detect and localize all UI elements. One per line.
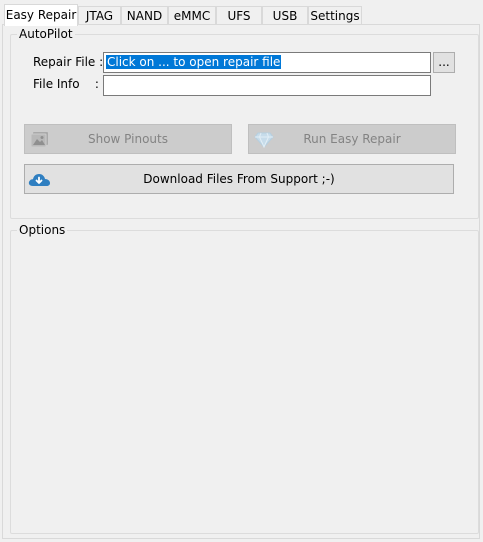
tab-emmc[interactable]: eMMC	[168, 6, 216, 25]
repair-file-field[interactable]: Click on ... to open repair file	[103, 52, 431, 73]
repair-file-label: Repair File :	[33, 55, 104, 69]
diamond-icon	[253, 129, 275, 149]
tab-ufs[interactable]: UFS	[216, 6, 262, 25]
show-pinouts-button[interactable]: Show Pinouts	[24, 124, 232, 154]
browse-button[interactable]: ...	[433, 52, 455, 73]
options-group: Options	[10, 222, 479, 534]
tab-usb[interactable]: USB	[262, 6, 308, 25]
run-easy-repair-button[interactable]: Run Easy Repair	[248, 124, 456, 154]
file-info-field[interactable]	[103, 75, 431, 96]
run-easy-repair-label: Run Easy Repair	[303, 132, 401, 146]
show-pinouts-label: Show Pinouts	[87, 132, 168, 146]
tab-settings[interactable]: Settings	[308, 6, 362, 25]
autopilot-group: AutoPilot Repair File : Click on ... to …	[10, 26, 479, 219]
autopilot-title: AutoPilot	[17, 26, 75, 42]
tab-nand[interactable]: NAND	[121, 6, 168, 25]
tab-jtag[interactable]: JTAG	[78, 6, 121, 25]
tab-easy-repair[interactable]: Easy Repair	[4, 4, 78, 26]
download-files-button[interactable]: Download Files From Support ;-)	[24, 164, 454, 194]
options-title: Options	[17, 222, 68, 238]
repair-file-value: Click on ... to open repair file	[106, 55, 282, 69]
tab-strip: Easy Repair JTAG NAND eMMC UFS USB Setti…	[0, 4, 483, 26]
tab-page-easy-repair: AutoPilot Repair File : Click on ... to …	[2, 24, 480, 539]
download-files-label: Download Files From Support ;-)	[143, 172, 335, 186]
image-icon	[29, 129, 51, 149]
cloud-download-icon	[27, 170, 50, 190]
file-info-label: File Info :	[33, 77, 99, 91]
